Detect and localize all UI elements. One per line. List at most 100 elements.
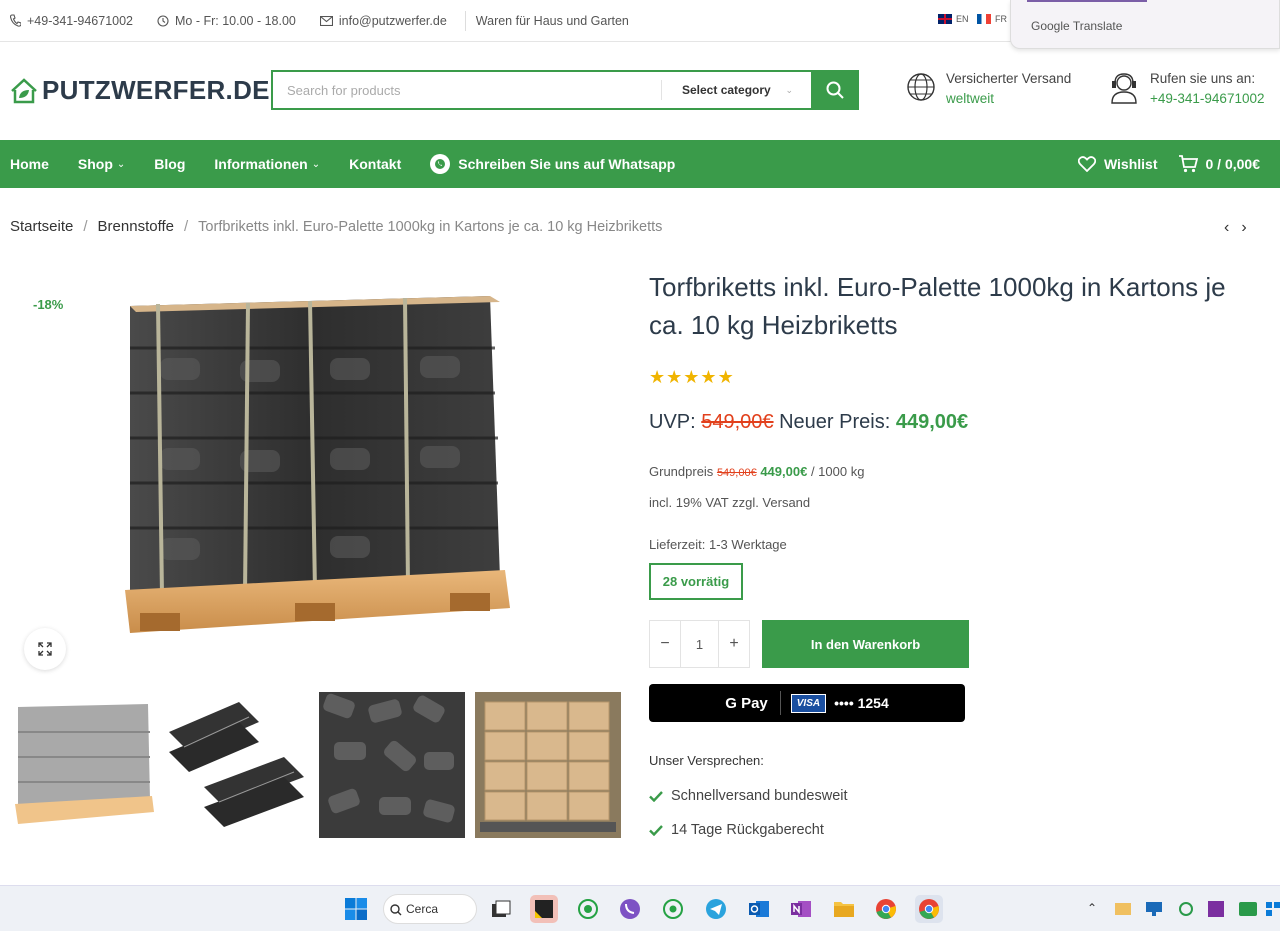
star-icon: ★	[649, 367, 666, 387]
email-info[interactable]: info@putzwerfer.de	[319, 13, 447, 28]
product-nav: ‹ ›	[1224, 219, 1247, 237]
chevron-left-icon[interactable]: ‹	[1224, 219, 1229, 237]
quantity-decrease-button[interactable]: −	[650, 621, 680, 667]
email-text: info@putzwerfer.de	[338, 13, 447, 28]
phone-icon	[10, 14, 21, 27]
lang-en[interactable]: EN	[938, 14, 969, 24]
search-icon	[390, 904, 402, 916]
tagline: Waren für Haus und Garten	[475, 13, 629, 28]
quantity-input[interactable]: 1	[680, 621, 719, 667]
call-title: Rufen sie uns an:	[1150, 71, 1256, 86]
mail-icon	[319, 15, 333, 26]
star-icon: ★	[666, 367, 683, 387]
search-bar: Select category ⌄	[271, 70, 859, 110]
nav-contact[interactable]: Kontakt	[349, 156, 401, 172]
taskbar-search-label: Cerca	[406, 902, 439, 916]
main-nav: Home Shop ⌄ Blog Informationen ⌄ Kontakt S…	[0, 140, 1280, 188]
call-number[interactable]: +49-341-94671002	[1150, 89, 1264, 109]
file-explorer-icon[interactable]	[830, 895, 858, 923]
onenote-icon[interactable]	[787, 895, 815, 923]
chevron-down-icon: ⌄	[785, 84, 793, 95]
whatsapp-desktop-icon[interactable]	[659, 895, 687, 923]
mail-tray-icon[interactable]	[1112, 898, 1134, 920]
chrome-icon[interactable]	[872, 895, 900, 923]
quantity-increase-button[interactable]: +	[719, 621, 749, 667]
rating-stars[interactable]: ★ ★ ★ ★ ★	[649, 367, 734, 388]
support-agent-icon	[1111, 73, 1137, 104]
nav-contact-label: Kontakt	[349, 156, 402, 172]
search-input[interactable]	[273, 72, 661, 108]
category-select[interactable]: Select category ⌄	[661, 80, 811, 100]
lang-fr[interactable]: FR	[977, 14, 1007, 24]
chrome-profile-icon[interactable]	[915, 895, 943, 923]
breadcrumb-category[interactable]: Brennstoffe	[98, 218, 174, 235]
nav-shop-label: Shop	[77, 156, 113, 172]
thumbnail-2[interactable]	[164, 692, 310, 838]
call-info: Rufen sie uns an: +49-341-94671002	[1108, 69, 1264, 109]
translate-progress	[1027, 0, 1147, 2]
cart-total: 0 / 0,00€	[1205, 156, 1261, 172]
nav-blog[interactable]: Blog	[154, 156, 185, 172]
wishlist-link[interactable]: Wishlist	[1077, 156, 1158, 172]
whatsapp-icon[interactable]	[574, 895, 602, 923]
promise-item: Schnellversand bundesweit	[649, 788, 848, 804]
logo-text: PUTZWERFER.DE	[42, 75, 270, 105]
quantity-stepper: − 1 +	[649, 620, 750, 668]
globe-icon	[907, 73, 935, 101]
telegram-icon[interactable]	[702, 895, 730, 923]
lang-en-label: EN	[956, 14, 969, 24]
card-number: •••• 1254	[834, 695, 889, 711]
nav-info[interactable]: Informationen ⌄	[214, 156, 320, 172]
onenote-tray-icon[interactable]	[1205, 898, 1227, 920]
breadcrumb-current: Torfbriketts inkl. Euro-Palette 1000kg i…	[198, 218, 663, 235]
add-to-cart-button[interactable]: In den Warenkorb	[762, 620, 969, 668]
base-price-label: Grundpreis	[649, 464, 714, 479]
divider	[779, 691, 781, 715]
windows-start-icon[interactable]	[342, 895, 370, 923]
site-logo[interactable]: PUTZWERFER.DE	[10, 75, 270, 106]
nav-blog-label: Blog	[154, 156, 186, 172]
windows-tray-icon[interactable]	[1265, 898, 1280, 920]
phone-info[interactable]: +49-341-94671002	[10, 14, 133, 28]
checkmark-icon	[649, 790, 663, 802]
lang-fr-label: FR	[995, 14, 1007, 24]
nav-shop[interactable]: Shop ⌄	[78, 156, 125, 172]
outlook-icon[interactable]	[745, 895, 773, 923]
app-tray-icon[interactable]	[1175, 898, 1197, 920]
sticky-notes-icon[interactable]	[530, 895, 558, 923]
thumbnail-3[interactable]	[319, 692, 465, 838]
monitor-tray-icon[interactable]	[1143, 898, 1165, 920]
base-price-unit: / 1000 kg	[810, 464, 865, 479]
chevron-up-icon[interactable]: ⌃	[1087, 901, 1097, 915]
vat-note: incl. 19% VAT zzgl. Versand	[649, 495, 811, 510]
hours-text: Mo - Fr: 10.00 - 18.00	[175, 13, 296, 28]
checkmark-icon	[649, 824, 663, 836]
nav-home[interactable]: Home	[10, 156, 49, 172]
thumbnail-4[interactable]	[475, 692, 621, 838]
wishlist-label: Wishlist	[1103, 156, 1158, 172]
shipping-sub: weltweit	[946, 91, 995, 106]
whatsapp-label: Schreiben Sie uns auf Whatsapp	[458, 156, 676, 172]
thumbnail-1[interactable]	[10, 692, 156, 838]
breadcrumb: Startseite / Brennstoffe / Torfbriketts …	[10, 218, 662, 235]
base-price-old: 549,00€	[716, 467, 757, 479]
visa-card-icon: VISA	[790, 693, 827, 713]
base-price-new: 449,00€	[760, 464, 808, 479]
breadcrumb-separator: /	[184, 218, 189, 235]
nav-whatsapp[interactable]: Schreiben Sie uns auf Whatsapp	[430, 154, 675, 174]
zoom-button[interactable]	[24, 628, 66, 670]
task-view-icon[interactable]	[487, 895, 515, 923]
cart-link[interactable]: 0 / 0,00€	[1178, 155, 1261, 173]
breadcrumb-home[interactable]: Startseite	[10, 218, 73, 235]
chat-tray-icon[interactable]	[1237, 898, 1259, 920]
fr-flag-icon	[977, 14, 991, 24]
chevron-right-icon[interactable]: ›	[1241, 219, 1246, 237]
taskbar-search[interactable]: Cerca	[383, 894, 477, 924]
category-label: Select category	[682, 83, 771, 97]
search-button[interactable]	[811, 70, 859, 110]
google-pay-button[interactable]: G Pay VISA •••• 1254	[649, 684, 965, 722]
product-main-image[interactable]	[100, 278, 530, 673]
promise-item: 14 Tage Rückgaberecht	[649, 822, 824, 838]
viber-icon[interactable]	[616, 895, 644, 923]
star-icon: ★	[700, 367, 717, 387]
